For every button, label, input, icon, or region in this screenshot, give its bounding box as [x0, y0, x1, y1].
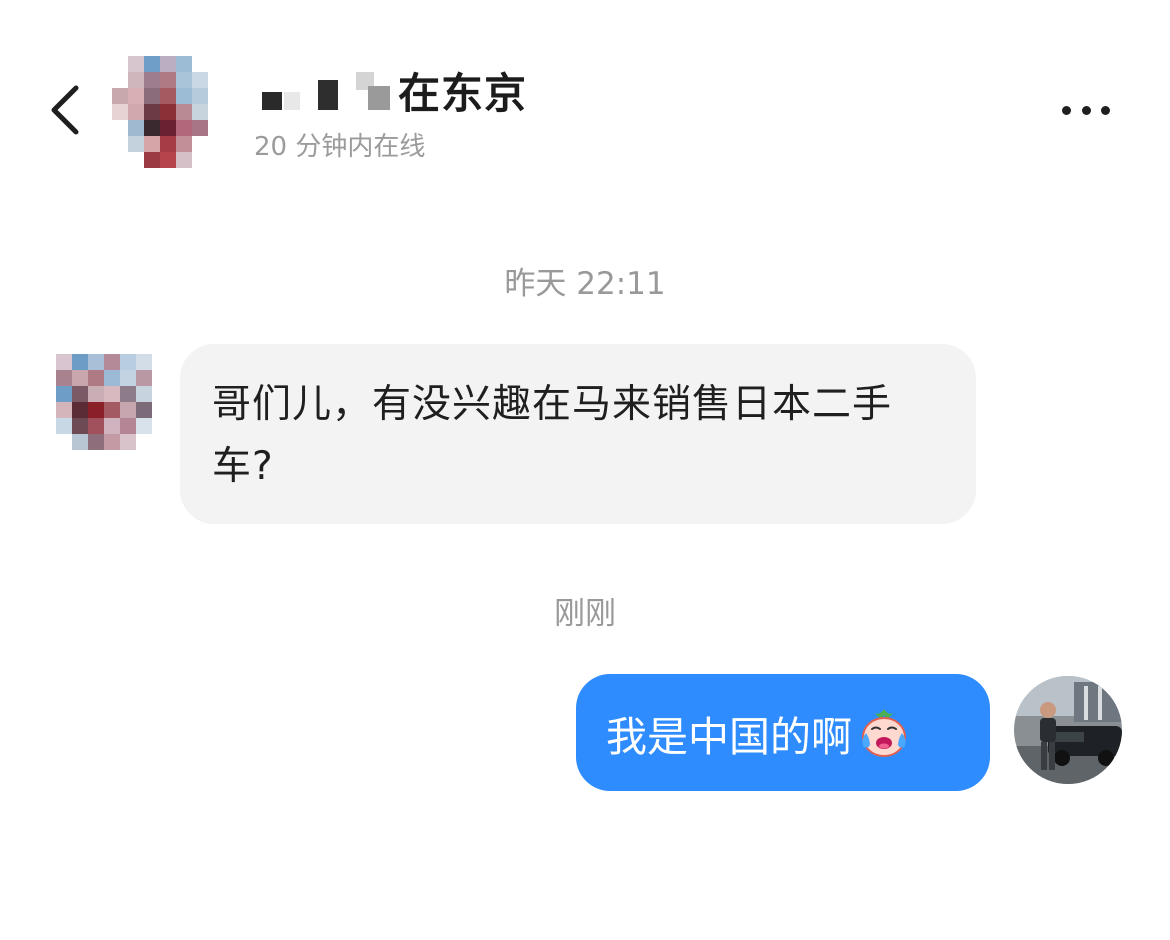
- back-button[interactable]: [44, 80, 88, 140]
- photo-avatar-image: [1014, 676, 1122, 784]
- more-options-button[interactable]: [1054, 92, 1118, 128]
- contact-name-text: 在东京: [398, 68, 528, 118]
- outgoing-message-text: 我是中国的啊: [606, 712, 852, 761]
- message-timestamp: 刚刚: [554, 596, 616, 632]
- crying-laughing-peach-emoji: [856, 705, 912, 761]
- more-dots-icon: [1062, 105, 1071, 115]
- incoming-message-text: 哥们儿，有没兴趣在马来销售日本二手车?: [212, 382, 893, 489]
- online-status: 20 分钟内在线: [254, 132, 426, 162]
- outgoing-message-bubble[interactable]: 我是中国的啊: [576, 674, 990, 791]
- own-avatar[interactable]: [1014, 676, 1122, 784]
- contact-name: 在东京: [256, 62, 527, 118]
- message-timestamp: 昨天 22:11: [504, 266, 666, 302]
- incoming-message-bubble[interactable]: 哥们儿，有没兴趣在马来销售日本二手车?: [180, 344, 976, 524]
- contact-avatar[interactable]: [112, 56, 208, 168]
- chevron-left-icon: [51, 85, 79, 135]
- redacted-name-blocks: [256, 62, 398, 118]
- sender-avatar[interactable]: [56, 354, 152, 450]
